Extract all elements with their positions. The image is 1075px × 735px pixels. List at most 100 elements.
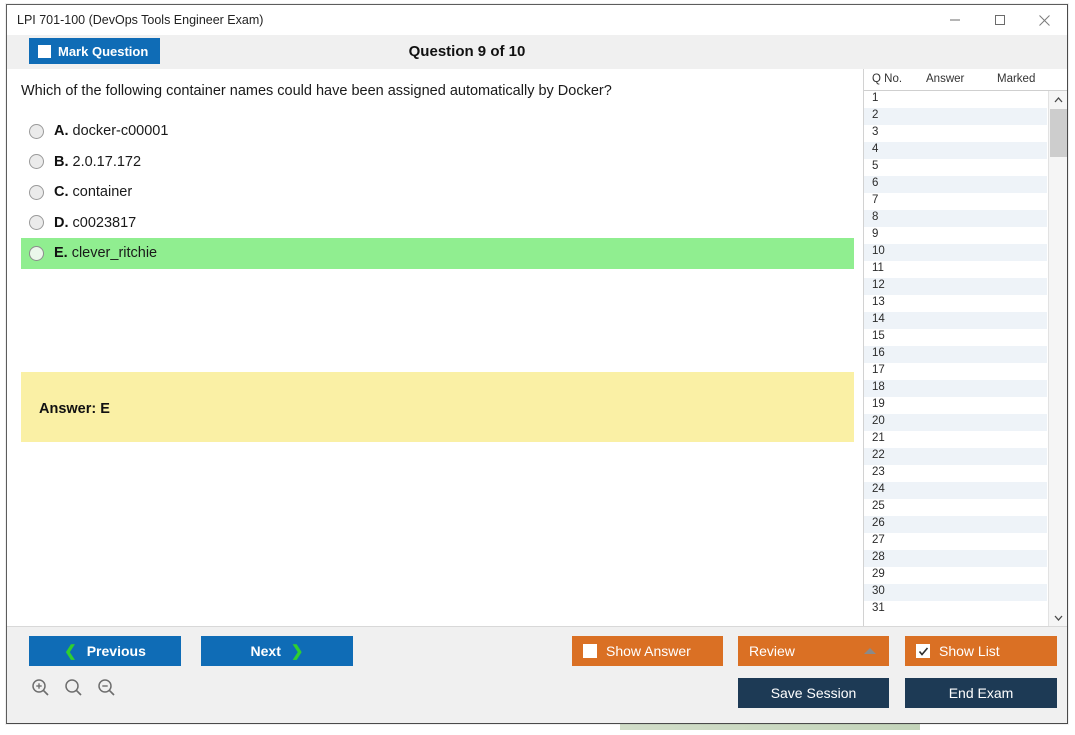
table-row[interactable]: 5 [864, 159, 1047, 176]
option-row-e[interactable]: E. clever_ritchie [21, 238, 854, 269]
zoom-toolbar [29, 676, 117, 698]
question-stem: Which of the following container names c… [21, 83, 612, 99]
column-header-qno: Q No. [872, 73, 903, 85]
question-number-cell: 15 [872, 330, 885, 342]
window-title: LPI 701-100 (DevOps Tools Engineer Exam) [17, 13, 264, 27]
show-answer-checkbox-icon[interactable] [583, 644, 597, 658]
question-number-cell: 25 [872, 500, 885, 512]
answer-options-list: A. docker-c00001 B. 2.0.17.172 C. contai… [7, 116, 863, 269]
minimize-button[interactable] [932, 5, 977, 35]
scroll-down-button[interactable] [1049, 609, 1067, 626]
close-button[interactable] [1022, 5, 1067, 35]
scrollbar-thumb[interactable] [1050, 109, 1067, 157]
next-label: Next [250, 643, 281, 659]
question-number-cell: 26 [872, 517, 885, 529]
option-letter-d: D. [54, 214, 69, 231]
chevron-up-icon [864, 648, 876, 654]
option-row-a[interactable]: A. docker-c00001 [7, 116, 863, 147]
zoom-icon [64, 678, 82, 696]
table-row[interactable]: 4 [864, 142, 1047, 159]
question-number-cell: 12 [872, 279, 885, 291]
table-row[interactable]: 21 [864, 431, 1047, 448]
question-number-cell: 5 [872, 160, 879, 172]
desktop-bottom-strip [0, 724, 1075, 735]
option-text-b: 2.0.17.172 [72, 153, 142, 170]
answer-key-label: Answer: E [39, 401, 110, 417]
question-list-scrollbar[interactable] [1048, 91, 1067, 626]
option-text-d: c0023817 [72, 214, 137, 231]
table-row[interactable]: 26 [864, 516, 1047, 533]
table-row[interactable]: 12 [864, 278, 1047, 295]
end-exam-label: End Exam [948, 685, 1014, 701]
table-row[interactable]: 14 [864, 312, 1047, 329]
column-header-marked: Marked [997, 73, 1036, 85]
show-list-checkbox-icon[interactable] [916, 644, 930, 658]
review-dropdown[interactable]: Review [738, 636, 889, 666]
review-label: Review [749, 643, 795, 659]
save-session-button[interactable]: Save Session [738, 678, 889, 708]
radio-icon-a[interactable] [29, 123, 44, 139]
question-number-cell: 2 [872, 109, 879, 121]
radio-icon-d[interactable] [29, 215, 44, 231]
zoom-out-button[interactable] [95, 676, 117, 698]
zoom-in-button[interactable] [29, 676, 51, 698]
show-answer-button[interactable]: Show Answer [572, 636, 723, 666]
checkmark-icon [918, 646, 928, 656]
table-row[interactable]: 6 [864, 176, 1047, 193]
option-text-e: clever_ritchie [71, 245, 158, 262]
table-row[interactable]: 13 [864, 295, 1047, 312]
option-letter-e: E. [54, 245, 68, 262]
question-number-cell: 3 [872, 126, 879, 138]
table-row[interactable]: 1 [864, 91, 1047, 108]
zoom-reset-button[interactable] [62, 676, 84, 698]
table-row[interactable]: 8 [864, 210, 1047, 227]
maximize-button[interactable] [977, 5, 1022, 35]
show-list-label: Show List [939, 643, 1000, 659]
table-row[interactable]: 3 [864, 125, 1047, 142]
scroll-up-button[interactable] [1049, 91, 1067, 108]
column-header-answer: Answer [926, 73, 965, 85]
table-row[interactable]: 7 [864, 193, 1047, 210]
exam-application-window: LPI 701-100 (DevOps Tools Engineer Exam) [6, 4, 1068, 724]
chevron-right-icon: ❯ [290, 642, 304, 660]
table-row[interactable]: 22 [864, 448, 1047, 465]
end-exam-button[interactable]: End Exam [905, 678, 1057, 708]
maximize-icon [994, 15, 1005, 25]
option-row-b[interactable]: B. 2.0.17.172 [7, 147, 863, 178]
question-list-header: Q No. Answer Marked [864, 69, 1067, 91]
table-row[interactable]: 18 [864, 380, 1047, 397]
table-row[interactable]: 19 [864, 397, 1047, 414]
table-row[interactable]: 30 [864, 584, 1047, 601]
radio-icon-c[interactable] [29, 184, 44, 200]
table-row[interactable]: 17 [864, 363, 1047, 380]
option-row-c[interactable]: C. container [7, 177, 863, 208]
table-row[interactable]: 11 [864, 261, 1047, 278]
question-number-cell: 4 [872, 143, 879, 155]
show-list-button[interactable]: Show List [905, 636, 1057, 666]
table-row[interactable]: 25 [864, 499, 1047, 516]
question-number-cell: 1 [872, 92, 879, 104]
save-session-label: Save Session [770, 685, 857, 701]
next-button[interactable]: Next ❯ [201, 636, 353, 666]
window-titlebar: LPI 701-100 (DevOps Tools Engineer Exam) [7, 5, 1067, 35]
question-number-cell: 13 [872, 296, 885, 308]
table-row[interactable]: 2 [864, 108, 1047, 125]
radio-icon-b[interactable] [29, 154, 44, 170]
question-number-cell: 23 [872, 466, 885, 478]
table-row[interactable]: 29 [864, 567, 1047, 584]
table-row[interactable]: 23 [864, 465, 1047, 482]
table-row[interactable]: 9 [864, 227, 1047, 244]
table-row[interactable]: 15 [864, 329, 1047, 346]
option-row-d[interactable]: D. c0023817 [7, 208, 863, 239]
table-row[interactable]: 20 [864, 414, 1047, 431]
table-row[interactable]: 27 [864, 533, 1047, 550]
question-list-scroll-area[interactable]: 1 2 3 4 5 6 7 8 9 10 11 12 13 14 15 16 17 18 19 20 21 22 23 24 2… [864, 91, 1067, 626]
question-number-cell: 22 [872, 449, 885, 461]
table-row[interactable]: 10 [864, 244, 1047, 261]
previous-button[interactable]: ❮ Previous [29, 636, 181, 666]
table-row[interactable]: 28 [864, 550, 1047, 567]
table-row[interactable]: 16 [864, 346, 1047, 363]
table-row[interactable]: 24 [864, 482, 1047, 499]
radio-icon-e[interactable] [29, 245, 44, 261]
table-row[interactable]: 31 [864, 601, 1047, 618]
